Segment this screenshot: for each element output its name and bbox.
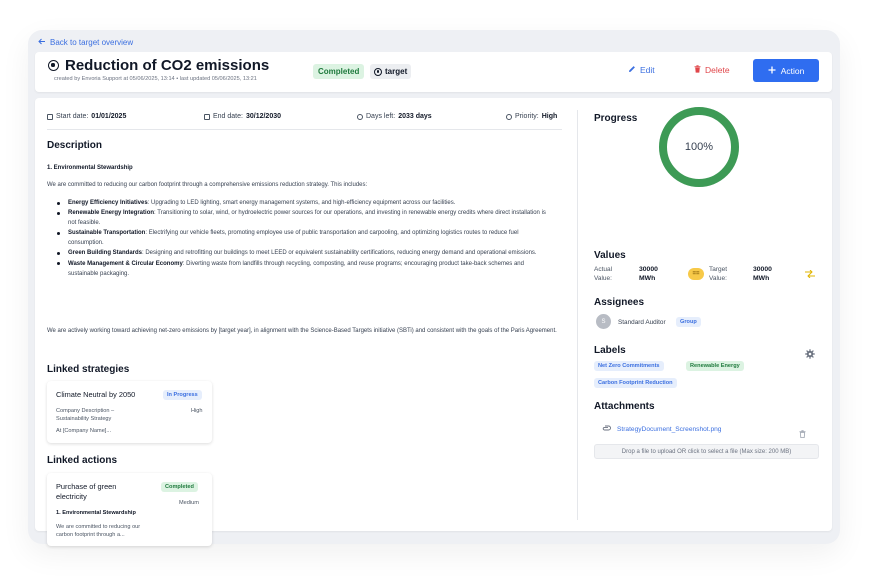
progress-heading: Progress bbox=[594, 113, 638, 124]
start-date: Start date: 01/01/2025 bbox=[47, 113, 126, 120]
type-badge: target bbox=[370, 64, 412, 79]
priority-icon bbox=[506, 113, 512, 120]
action-card-desc: We are committed to reducing our carbon … bbox=[56, 524, 141, 538]
delete-button[interactable]: Delete bbox=[694, 65, 730, 75]
action-card-priority: Medium bbox=[179, 500, 199, 506]
edit-button[interactable]: Edit bbox=[628, 65, 655, 75]
end-date: End date: 30/12/2030 bbox=[204, 113, 281, 120]
priority: Priority: High bbox=[506, 113, 557, 120]
back-link[interactable]: Back to target overview bbox=[38, 38, 133, 47]
page-title: Reduction of CO2 emissions bbox=[65, 57, 270, 74]
strategy-card[interactable]: Climate Neutral by 2050 In Progress Comp… bbox=[47, 381, 212, 443]
list-item: Energy Efficiency Initiatives: Upgrading… bbox=[57, 198, 552, 208]
list-item: Sustainable Transportation: Electrifying… bbox=[57, 228, 552, 248]
strategy-card-desc: Company Description – Sustainability Str… bbox=[56, 408, 115, 422]
calendar-icon bbox=[47, 113, 53, 120]
type-badge-label: target bbox=[385, 67, 408, 76]
values-heading: Values bbox=[594, 250, 626, 261]
calendar-icon bbox=[204, 113, 210, 120]
description-subheading: 1. Environmental Stewardship bbox=[47, 165, 133, 171]
bullet-text: : Upgrading to LED lighting, smart energ… bbox=[147, 200, 456, 206]
labels-heading: Labels bbox=[594, 345, 626, 356]
delete-button-label: Delete bbox=[705, 65, 730, 75]
target-value: 30000 MWh bbox=[753, 266, 772, 282]
linked-strategies-heading: Linked strategies bbox=[47, 364, 130, 375]
attachment-filename: StrategyDocument_Screenshot.png bbox=[617, 425, 722, 433]
action-button-label: Action bbox=[780, 65, 805, 76]
description-heading: Description bbox=[47, 140, 103, 151]
priority-value: High bbox=[541, 113, 558, 120]
list-item: Green Building Standards: Designing and … bbox=[57, 248, 552, 258]
strategy-card-title: Climate Neutral by 2050 bbox=[56, 390, 136, 399]
equal-badge: == bbox=[688, 268, 704, 280]
bullet-title: Energy Efficiency Initiatives bbox=[68, 200, 148, 206]
label-tag[interactable]: Net Zero Commitments bbox=[594, 361, 664, 371]
linked-actions-heading: Linked actions bbox=[47, 455, 118, 466]
attachments-heading: Attachments bbox=[594, 401, 655, 412]
bullet-title: Green Building Standards bbox=[68, 250, 143, 257]
priority-label: Priority: bbox=[515, 113, 539, 120]
bullet-title: Waste Management & Circular Economy bbox=[68, 260, 183, 267]
status-badge: Completed bbox=[161, 482, 198, 492]
days-left-label: Days left: bbox=[366, 113, 396, 120]
action-card[interactable]: Purchase of green electricity Completed … bbox=[47, 473, 212, 546]
label-tag[interactable]: Carbon Footprint Reduction bbox=[594, 378, 677, 388]
strategy-card-priority: High bbox=[191, 408, 203, 414]
action-card-title: Purchase of green electricity bbox=[56, 482, 117, 501]
action-card-sub: 1. Environmental Stewardship bbox=[56, 510, 136, 516]
attachment-link[interactable]: StrategyDocument_Screenshot.png bbox=[602, 425, 721, 433]
strategy-card-extra: At [Company Name]... bbox=[56, 428, 112, 434]
trash-icon bbox=[694, 65, 701, 75]
description-outro: We are actively working toward achieving… bbox=[47, 328, 557, 334]
paperclip-icon bbox=[602, 425, 611, 433]
arrow-left-icon bbox=[38, 38, 46, 47]
plus-icon bbox=[768, 66, 776, 76]
page-header: Reduction of CO2 emissions created by En… bbox=[35, 52, 832, 92]
label-tag[interactable]: Renewable Energy bbox=[686, 361, 744, 371]
target-icon bbox=[374, 67, 382, 76]
list-item: Waste Management & Circular Economy: Div… bbox=[57, 259, 552, 279]
column-divider bbox=[577, 110, 578, 520]
assignees-heading: Assignees bbox=[594, 297, 645, 308]
clock-icon bbox=[357, 113, 363, 120]
meta-row: Start date: 01/01/2025 End date: 30/12/2… bbox=[47, 110, 562, 130]
actual-value-label: Actual Value: bbox=[594, 266, 613, 282]
bullet-title: Sustainable Transportation bbox=[68, 230, 146, 237]
page-subtitle: created by Envoria Support at 05/06/2025… bbox=[54, 76, 257, 82]
back-link-label: Back to target overview bbox=[50, 38, 134, 47]
progress-value: 100% bbox=[684, 141, 714, 153]
bullet-title: Renewable Energy Integration bbox=[68, 210, 155, 217]
status-badge: Completed bbox=[313, 64, 365, 79]
assignee-name: Standard Auditor bbox=[618, 319, 666, 326]
end-date-label: End date: bbox=[213, 113, 243, 120]
page-container: Back to target overview Reduction of CO2… bbox=[28, 30, 840, 546]
file-dropzone[interactable]: Drop a file to upload OR click to select… bbox=[594, 444, 819, 459]
description-bullets: Energy Efficiency Initiatives: Upgrading… bbox=[57, 198, 552, 279]
compare-icon[interactable] bbox=[805, 269, 815, 280]
title-row: Reduction of CO2 emissions bbox=[48, 57, 269, 74]
gear-icon[interactable] bbox=[805, 346, 815, 359]
actual-value: 30000 MWh bbox=[639, 266, 658, 282]
trash-icon[interactable] bbox=[799, 425, 806, 443]
end-date-value: 30/12/2030 bbox=[245, 113, 282, 120]
assignee-tag: Group bbox=[676, 317, 701, 327]
days-left-value: 2033 days bbox=[398, 113, 432, 120]
bullet-text: : Designing and retrofitting our buildin… bbox=[142, 250, 537, 257]
list-item: Renewable Energy Integration: Transition… bbox=[57, 208, 552, 228]
pencil-icon bbox=[628, 65, 636, 75]
target-icon bbox=[48, 60, 59, 71]
action-button[interactable]: Action bbox=[753, 59, 819, 82]
edit-button-label: Edit bbox=[640, 65, 655, 75]
status-badge: In Progress bbox=[163, 390, 202, 400]
days-left: Days left: 2033 days bbox=[357, 113, 432, 120]
description-intro: We are committed to reducing our carbon … bbox=[47, 182, 368, 188]
avatar: S bbox=[596, 314, 611, 329]
target-value-label: Target Value: bbox=[709, 266, 728, 282]
start-date-value: 01/01/2025 bbox=[91, 113, 127, 120]
start-date-label: Start date: bbox=[56, 113, 89, 120]
